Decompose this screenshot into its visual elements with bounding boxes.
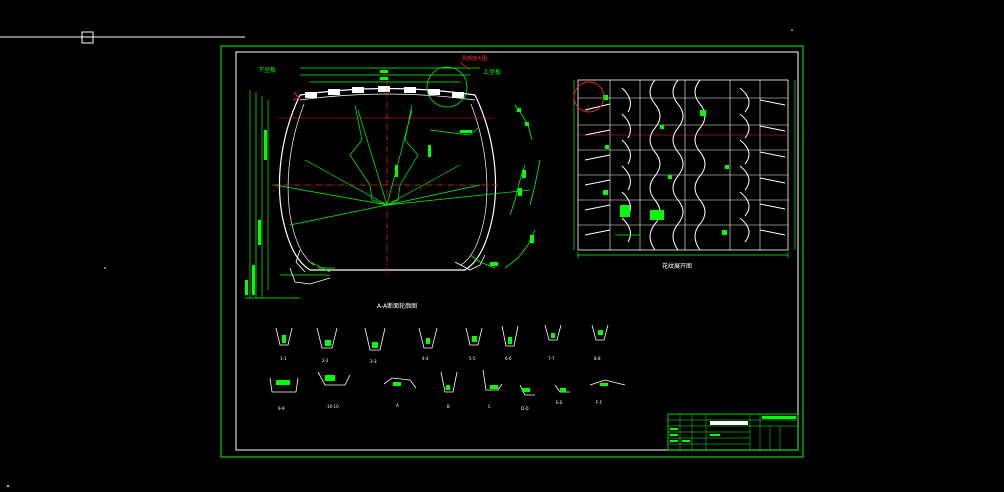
- section-id-5: 5-5: [469, 356, 476, 361]
- section-id-12: B: [447, 404, 450, 409]
- section-drawing: [245, 61, 541, 299]
- section-details-row-2: [269, 369, 626, 396]
- left-corner-label: 下坐板: [258, 66, 276, 74]
- section-id-6: 6-6: [505, 356, 512, 361]
- section-id-3: 3-3: [370, 359, 377, 364]
- right-corner-label: 上坐板: [483, 68, 501, 76]
- tread-title: 花纹展开图: [662, 262, 692, 270]
- section-title: A-A断面轮廓图: [377, 302, 417, 310]
- section-details-row-1: [275, 324, 609, 351]
- section-id-9: 9-9: [278, 406, 285, 411]
- section-id-2: 2-2: [322, 358, 329, 363]
- section-id-13: C: [488, 404, 491, 409]
- section-id-16: F-F: [596, 400, 603, 405]
- section-id-1: 1-1: [280, 356, 287, 361]
- section-id-10: 10-10: [327, 404, 339, 409]
- crosshair-cursor: [0, 31, 245, 44]
- section-id-11: A: [396, 403, 399, 408]
- section-id-4: 4-4: [422, 356, 429, 361]
- title-block: [667, 413, 799, 451]
- section-id-15: E-E: [556, 400, 563, 405]
- outer-frame: [220, 45, 804, 458]
- circle-note: 局部放大图: [462, 55, 487, 62]
- section-id-14: D-D: [521, 406, 529, 411]
- section-id-8: 8-8: [594, 356, 601, 361]
- tread-pattern: [573, 79, 796, 258]
- section-id-7: 7-7: [548, 356, 555, 361]
- cad-drawing-canvas: 下坐板 上坐板 局部放大图 A-A断面轮廓图 花纹展开图 1-1 2-2 3-3…: [0, 29, 804, 487]
